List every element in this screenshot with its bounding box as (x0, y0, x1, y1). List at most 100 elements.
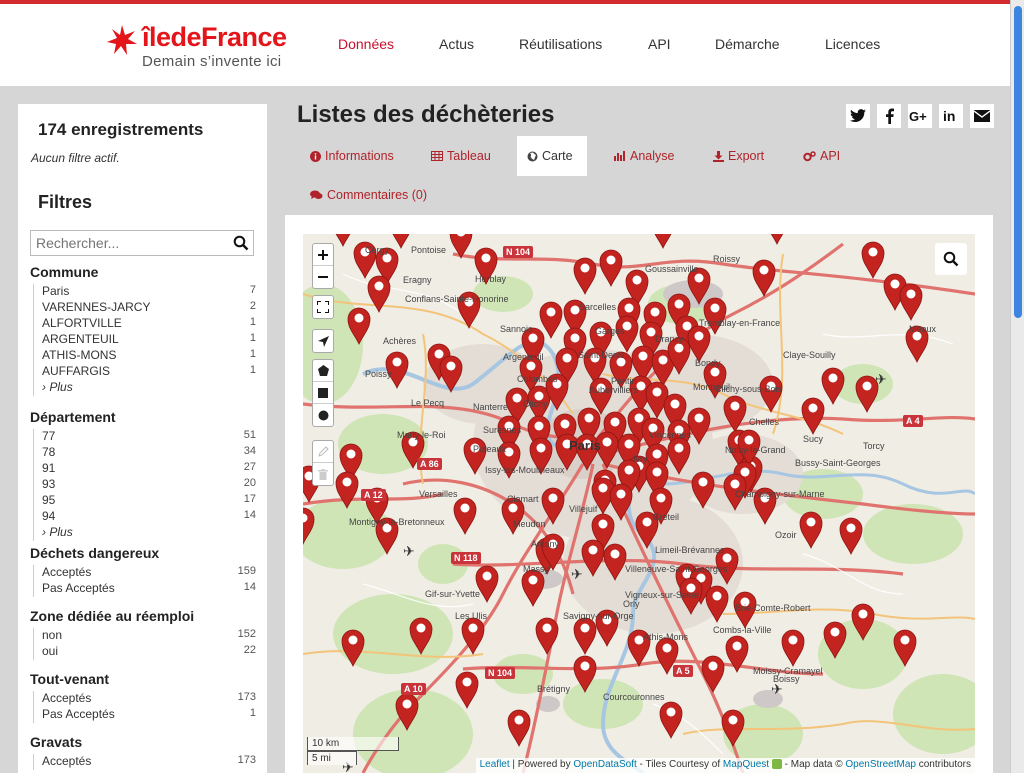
tab-export[interactable]: Export (703, 136, 774, 176)
facet-item[interactable]: 95 17 (42, 493, 256, 509)
tab-label: Tableau (447, 149, 491, 163)
facet-item[interactable]: 94 14 (42, 509, 256, 525)
place-label: Savigny-sur-Orge (563, 611, 634, 621)
nav-api[interactable]: API (648, 36, 671, 52)
filter-search-input[interactable] (31, 231, 221, 255)
scrollbar-thumb[interactable] (1014, 6, 1022, 318)
page-title: Listes des déchèteries (297, 101, 555, 128)
trash-icon[interactable] (313, 463, 333, 485)
place-label: Boissy (773, 674, 800, 684)
nav-licences[interactable]: Licences (825, 36, 880, 52)
nav-reutilisations[interactable]: Réutilisations (519, 36, 602, 52)
facebook-icon[interactable] (877, 104, 901, 128)
zoom-in-button[interactable] (313, 244, 333, 266)
place-label: Paris (569, 438, 601, 453)
facet-more-link[interactable]: › Plus (42, 380, 256, 396)
map-scale: 10 km 5 mi (307, 737, 399, 765)
place-label: Sucy (803, 434, 824, 444)
facet-item-label: 94 (42, 509, 56, 523)
facet-item[interactable]: Pas Acceptés 1 (42, 707, 256, 723)
place-label: Massy (523, 564, 550, 574)
facet-item[interactable]: ATHIS-MONS 1 (42, 348, 256, 364)
facet-group: Département 77 51 78 34 91 27 93 20 95 17 94 14 › Plu… (30, 409, 256, 541)
tab-tableau[interactable]: Tableau (421, 136, 501, 176)
nav-donnees[interactable]: Données (338, 36, 394, 52)
nav-actus[interactable]: Actus (439, 36, 474, 52)
place-label: Combs-la-Ville (713, 625, 772, 635)
osm-link[interactable]: OpenStreetMap (845, 759, 916, 770)
site-logo[interactable]: îledeFrance Demain s’invente ici (106, 22, 306, 76)
facet-item[interactable]: Acceptés 173 (42, 754, 256, 770)
scale-km: 10 km (307, 737, 399, 751)
map-search-button[interactable] (935, 243, 967, 275)
facet-item[interactable]: oui 22 (42, 644, 256, 660)
tab-informations[interactable]: Informations (300, 136, 404, 176)
facet-item[interactable]: 77 51 (42, 429, 256, 445)
tab-analyse[interactable]: Analyse (603, 136, 684, 176)
place-label: Champigny-sur-Marne (735, 489, 825, 499)
facet-group: Gravats Acceptés 173 (30, 734, 256, 770)
facet-item-label: 91 (42, 461, 56, 475)
facet-item[interactable]: VARENNES-JARCY 2 (42, 300, 256, 316)
edit-icon[interactable] (313, 441, 333, 463)
road-shield: A 10 (401, 683, 426, 695)
place-label: Courcouronnes (603, 692, 665, 702)
locate-arrow-icon[interactable] (313, 330, 333, 352)
info-icon (310, 150, 321, 162)
email-icon[interactable] (970, 104, 994, 128)
zoom-out-button[interactable] (313, 266, 333, 288)
facet-item[interactable]: Pas Acceptés 14 (42, 581, 256, 597)
facet-title: Tout-venant (30, 671, 110, 687)
facet-item-count: 22 (243, 644, 256, 656)
tab-commentaires[interactable]: Commentaires (0) (300, 175, 437, 215)
facet-item[interactable]: Paris 7 (42, 284, 256, 300)
place-label: Orly (623, 599, 640, 609)
place-label: Poissy (365, 369, 392, 379)
draw-polygon-icon[interactable] (313, 360, 333, 382)
mapquest-logo-icon (771, 759, 782, 770)
facet-item-label: Pas Acceptés (42, 707, 115, 721)
facet-item[interactable]: ALFORTVILLE 1 (42, 316, 256, 332)
svg-text:in: in (943, 109, 955, 123)
tab-carte[interactable]: Carte (517, 136, 587, 176)
facet-item[interactable]: 91 27 (42, 461, 256, 477)
scale-mi: 5 mi (307, 751, 357, 765)
facet-item[interactable]: AUFFARGIS 1 (42, 364, 256, 380)
opendatasoft-link[interactable]: OpenDataSoft (573, 759, 636, 770)
search-icon[interactable] (233, 235, 249, 251)
place-label: Garges (595, 326, 625, 336)
facet-item[interactable]: 78 34 (42, 445, 256, 461)
mapquest-link[interactable]: MapQuest (723, 759, 769, 770)
facet-item-label: 93 (42, 477, 56, 491)
airport-icon: ✈ (875, 371, 887, 387)
record-count: 174 enregistrements (38, 120, 204, 139)
facet-more-link[interactable]: › Plus (42, 525, 256, 541)
nav-demarche[interactable]: Démarche (715, 36, 780, 52)
facet-item-count: 152 (237, 628, 256, 640)
place-label: Chelles (749, 417, 780, 427)
place-label: Colombes (517, 374, 558, 384)
draw-circle-icon[interactable] (313, 404, 333, 426)
facet-item[interactable]: Acceptés 173 (42, 691, 256, 707)
page-scrollbar[interactable] (1010, 0, 1024, 773)
tab-api[interactable]: API (793, 136, 850, 176)
fullscreen-icon[interactable] (313, 296, 333, 318)
place-label: Brétigny (537, 684, 571, 694)
facet-item[interactable]: ARGENTEUIL 1 (42, 332, 256, 348)
place-label: Limeil-Brévannes (655, 545, 725, 555)
facet-item[interactable]: non 152 (42, 628, 256, 644)
locate-control (312, 329, 334, 353)
draw-rectangle-icon[interactable] (313, 382, 333, 404)
facet-item[interactable]: 93 20 (42, 477, 256, 493)
facet-item-count: 173 (237, 754, 256, 766)
google-plus-icon[interactable]: G+ (908, 104, 932, 128)
linkedin-icon[interactable]: in (939, 104, 963, 128)
leaflet-link[interactable]: Leaflet (480, 759, 510, 770)
map-attribution: Leaflet | Powered by OpenDataSoft - Tile… (475, 758, 975, 773)
no-filter-text: Aucun filtre actif. (31, 151, 120, 165)
map-view[interactable]: ✈ ✈ ✈ ✈ ✈ Cergy Pontoise Eragny Conflans-Sainte… (303, 234, 975, 773)
facet-list: non 152 oui 22 (33, 628, 256, 660)
facet-item-count: 1 (249, 364, 256, 376)
twitter-icon[interactable] (846, 104, 870, 128)
facet-item[interactable]: Acceptés 159 (42, 565, 256, 581)
